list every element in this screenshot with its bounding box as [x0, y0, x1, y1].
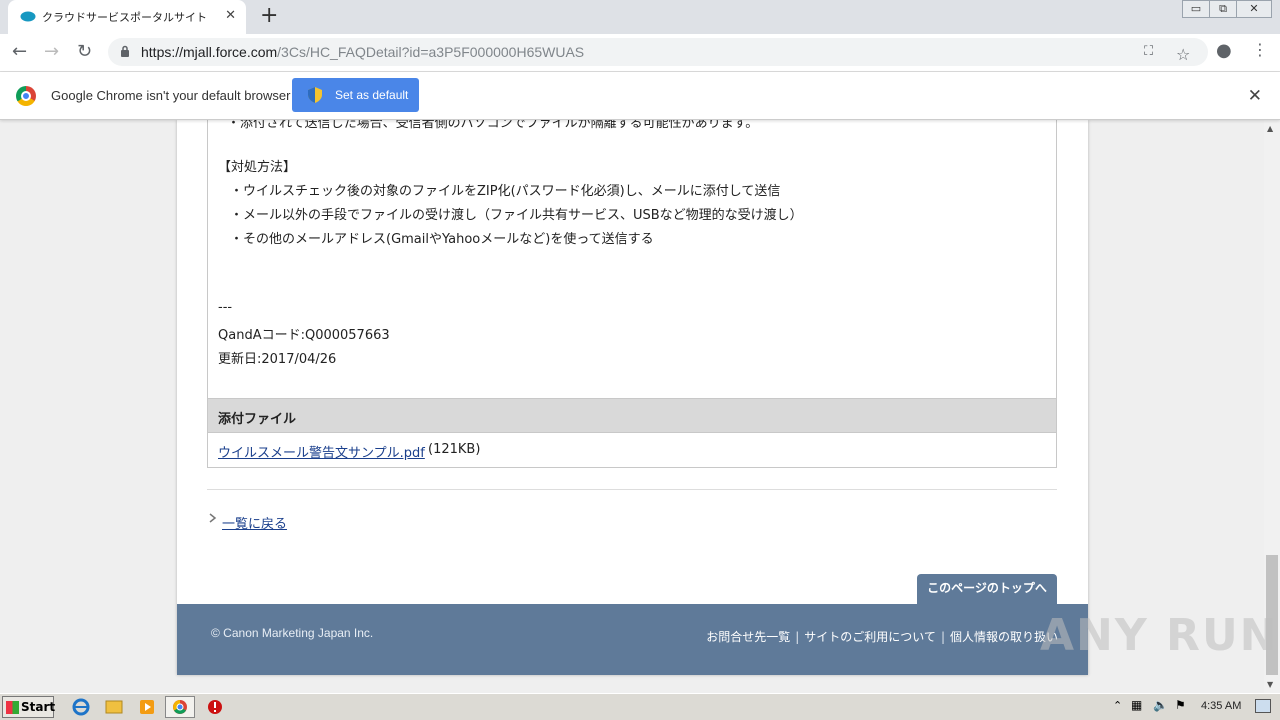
stop-sign-icon[interactable] — [202, 696, 228, 718]
attachments-header: 添付ファイル — [207, 398, 1057, 433]
vertical-scrollbar[interactable]: ▲ ▼ — [1264, 120, 1280, 693]
qa-code: QandAコード:Q000057663 — [218, 328, 390, 343]
menu-kebab-icon[interactable]: ⋮ — [1252, 40, 1268, 59]
uac-shield-icon — [308, 87, 322, 103]
page-viewport: ・添付されて送信した場合、受信者側のパソコンでファイルが隔離する可能性があります… — [0, 120, 1264, 693]
page-container: ・添付されて送信した場合、受信者側のパソコンでファイルが隔離する可能性があります… — [177, 120, 1088, 675]
infobar-close-icon[interactable]: ✕ — [1248, 86, 1262, 106]
minimize-button[interactable]: ▭ — [1182, 0, 1210, 18]
forward-arrow-icon[interactable]: → — [44, 42, 59, 62]
profile-icon[interactable]: ● — [1216, 40, 1232, 61]
cut-off-text: ・添付されて送信した場合、受信者側のパソコンでファイルが隔離する可能性があります… — [227, 120, 759, 131]
action-center-flag-icon[interactable]: ⚑ — [1175, 698, 1186, 712]
internet-explorer-icon[interactable] — [68, 696, 94, 718]
chrome-icon — [173, 700, 187, 714]
windows-flag-icon — [6, 701, 19, 714]
start-button[interactable]: Start — [2, 696, 56, 718]
url-host: https://mjall.force.com — [141, 44, 278, 60]
new-tab-button[interactable]: + — [260, 4, 278, 28]
browser-toolbar: ← → ↻ https://mjall.force.com/3Cs/HC_FAQ… — [0, 34, 1280, 72]
url-text: https://mjall.force.com/3Cs/HC_FAQDetail… — [141, 44, 584, 60]
footer-links: お問合せ先一覧 | サイトのご利用について | 個人情報の取り扱い — [706, 628, 1058, 645]
footer-link-contact[interactable]: お問合せ先一覧 — [706, 630, 790, 644]
separator-text: --- — [218, 300, 233, 315]
anyrun-watermark: ANY RUN — [1040, 610, 1279, 661]
network-icon[interactable]: ▦ — [1131, 698, 1142, 712]
start-label: Start — [21, 700, 56, 714]
tab-close-icon[interactable]: ✕ — [225, 8, 236, 23]
tab-strip: クラウドサービスポータルサイト ✕ + ▭ ⧉ ✕ — [0, 0, 1280, 34]
windows-taskbar: Start ⌃ ▦ 🔈 ⚑ 4:35 AM — [0, 693, 1280, 720]
infobar-message: Google Chrome isn't your default browser — [51, 88, 291, 103]
footer-link-terms[interactable]: サイトのご利用について — [804, 630, 936, 644]
close-window-button[interactable]: ✕ — [1236, 0, 1272, 18]
set-as-default-button[interactable]: Set as default — [292, 78, 419, 112]
reload-icon[interactable]: ↻ — [77, 42, 92, 62]
list-item: ・メール以外の手段でファイルの受け渡し（ファイル共有サービス、USBなど物理的な… — [230, 208, 803, 223]
attachment-size: (121KB) — [428, 442, 481, 457]
translate-icon[interactable]: ⛶ — [1144, 44, 1153, 59]
footer-divider: | — [795, 630, 800, 644]
restore-button[interactable]: ⧉ — [1209, 0, 1237, 18]
footer: © Canon Marketing Japan Inc. お問合せ先一覧 | サイト… — [177, 604, 1088, 675]
lock-icon — [121, 45, 129, 57]
taskbar-clock[interactable]: 4:35 AM — [1201, 700, 1241, 712]
attachment-link[interactable]: ウイルスメール警告文サンプル.pdf — [218, 442, 425, 461]
default-browser-infobar: Google Chrome isn't your default browser… — [0, 72, 1280, 120]
system-tray: ⌃ ▦ 🔈 ⚑ 4:35 AM — [1105, 694, 1280, 720]
footer-divider: | — [940, 630, 945, 644]
section-heading: 【対処方法】 — [218, 160, 297, 175]
chrome-logo-icon — [16, 86, 36, 106]
attachments-title: 添付ファイル — [218, 412, 297, 427]
scroll-up-icon[interactable]: ▲ — [1267, 124, 1273, 133]
browser-tab[interactable]: クラウドサービスポータルサイト ✕ — [8, 0, 246, 34]
back-arrow-icon[interactable]: ← — [12, 42, 27, 62]
scroll-down-icon[interactable]: ▼ — [1267, 680, 1273, 689]
tab-title: クラウドサービスポータルサイト — [42, 11, 207, 24]
list-item: ・その他のメールアドレス(GmailやYahooメールなど)を使って送信する — [230, 232, 654, 247]
address-bar[interactable]: https://mjall.force.com/3Cs/HC_FAQDetail… — [108, 38, 1208, 66]
tray-expand-icon[interactable]: ⌃ — [1113, 699, 1122, 712]
chrome-taskbar-button[interactable] — [165, 696, 195, 718]
divider — [207, 489, 1057, 490]
show-desktop-icon[interactable] — [1255, 699, 1271, 713]
volume-icon[interactable]: 🔈 — [1153, 698, 1168, 712]
set-as-default-label: Set as default — [335, 88, 409, 102]
url-path: /3Cs/HC_FAQDetail?id=a3P5F000000H65WUAS — [277, 44, 585, 60]
updated-date: 更新日:2017/04/26 — [218, 352, 337, 367]
attachment-row: ウイルスメール警告文サンプル.pdf (121KB) — [207, 433, 1057, 468]
file-explorer-icon[interactable] — [101, 696, 127, 718]
list-item: ・ウイルスチェック後の対象のファイルをZIP化(パスワード化必須)し、メールに添… — [230, 184, 781, 199]
bookmark-star-icon[interactable]: ☆ — [1176, 45, 1190, 64]
page-top-button[interactable]: このページのトップへ — [917, 574, 1057, 604]
media-player-icon[interactable] — [134, 696, 160, 718]
salesforce-cloud-icon — [20, 11, 36, 22]
back-to-list-link[interactable]: 一覧に戻る — [222, 513, 287, 532]
copyright: © Canon Marketing Japan Inc. — [211, 626, 374, 640]
arrow-right-icon — [209, 513, 217, 523]
